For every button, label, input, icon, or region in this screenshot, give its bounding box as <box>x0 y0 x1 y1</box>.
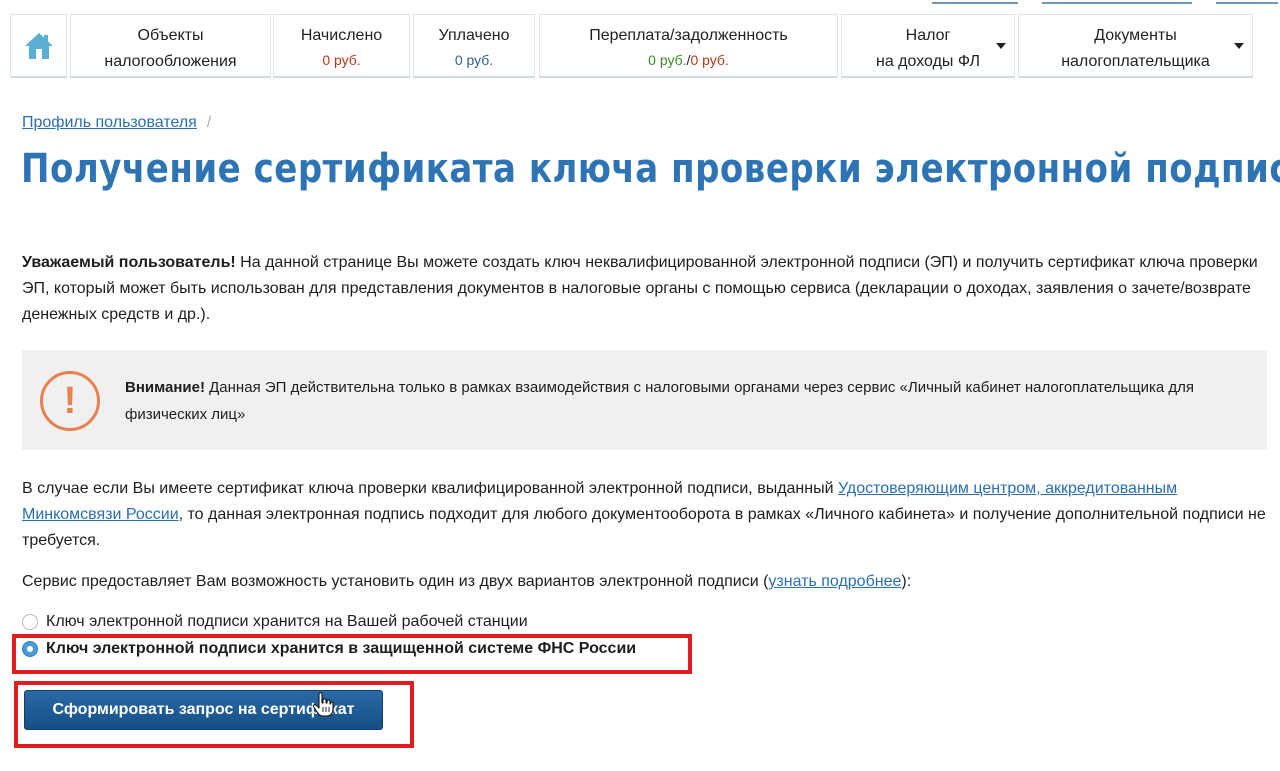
service-before: Сервис предоставляет Вам возможность уст… <box>22 573 769 590</box>
notice-box: ! Внимание! Данная ЭП действительна толь… <box>22 350 1267 450</box>
nav-debt-value: 0 руб. <box>690 52 729 68</box>
nav-documents-line1: Документы <box>1094 27 1177 44</box>
top-nav: Объекты налогообложения Начислено 0 руб.… <box>10 14 1254 80</box>
option-workstation-label: Ключ электронной подписи хранится на Ваш… <box>46 613 528 630</box>
intro-paragraph: Уважаемый пользователь! На данной страни… <box>22 250 1272 328</box>
nav-balance-label: Переплата/задолженность <box>589 27 788 44</box>
radio-fns-system[interactable] <box>22 641 38 657</box>
learn-more-link[interactable]: узнать подробнее <box>768 573 901 590</box>
nav-tax-objects-line2: налогообложения <box>104 53 237 70</box>
nav-paid-label: Уплачено <box>438 27 510 44</box>
notice-bold: Внимание! <box>125 379 205 396</box>
nav-accrued[interactable]: Начислено 0 руб. <box>273 14 410 78</box>
nav-paid[interactable]: Уплачено 0 руб. <box>413 14 535 78</box>
option-fns-system-label: Ключ электронной подписи хранится в защи… <box>46 640 637 657</box>
qualified-paragraph: В случае если Вы имеете сертификат ключа… <box>22 476 1272 554</box>
nav-paid-value: 0 руб. <box>454 52 494 68</box>
nav-documents-line2: налогоплательщика <box>1061 53 1210 70</box>
notice-body: Данная ЭП действительна только в рамках … <box>125 379 1194 423</box>
nav-balance-values: 0 руб./0 руб. <box>540 49 837 71</box>
nav-income-tax-line1: Налог <box>905 27 951 44</box>
chevron-down-icon <box>1234 43 1244 49</box>
top-links-cutoff <box>920 0 1280 4</box>
option-fns-system[interactable]: Ключ электронной подписи хранится в защи… <box>22 640 636 658</box>
hand-cursor-icon <box>312 692 334 717</box>
home-button[interactable] <box>10 14 67 78</box>
notice-text: Внимание! Данная ЭП действительна только… <box>125 374 1245 428</box>
service-paragraph: Сервис предоставляет Вам возможность уст… <box>22 569 1272 595</box>
nav-tax-objects[interactable]: Объекты налогообложения <box>70 14 271 78</box>
breadcrumb-profile-link[interactable]: Профиль пользователя <box>22 114 197 131</box>
option-workstation[interactable]: Ключ электронной подписи хранится на Ваш… <box>22 613 528 631</box>
qualified-after: , то данная электронная подпись подходит… <box>22 506 1266 549</box>
exclamation-icon: ! <box>40 371 100 431</box>
nav-overpay-value: 0 руб. <box>648 52 687 68</box>
page-title: Получение сертификата ключа проверки эле… <box>21 146 1280 192</box>
nav-documents-dropdown[interactable]: Документы налогоплательщика <box>1018 14 1253 78</box>
qualified-before: В случае если Вы имеете сертификат ключа… <box>22 480 838 497</box>
nav-accrued-value: 0 руб. <box>322 52 361 68</box>
nav-income-tax-line2: на доходы ФЛ <box>875 53 980 70</box>
nav-tax-objects-line1: Объекты <box>137 27 204 44</box>
breadcrumb-separator: / <box>206 114 212 131</box>
breadcrumb: Профиль пользователя / <box>22 114 211 132</box>
home-icon <box>24 32 53 59</box>
radio-workstation[interactable] <box>22 614 38 630</box>
nav-income-tax-dropdown[interactable]: Налог на доходы ФЛ <box>841 14 1015 78</box>
nav-accrued-label: Начислено <box>300 27 383 44</box>
intro-bold: Уважаемый пользователь! <box>22 254 236 271</box>
nav-balance[interactable]: Переплата/задолженность 0 руб./0 руб. <box>539 14 838 78</box>
service-after: ): <box>901 573 912 590</box>
chevron-down-icon <box>996 43 1006 49</box>
